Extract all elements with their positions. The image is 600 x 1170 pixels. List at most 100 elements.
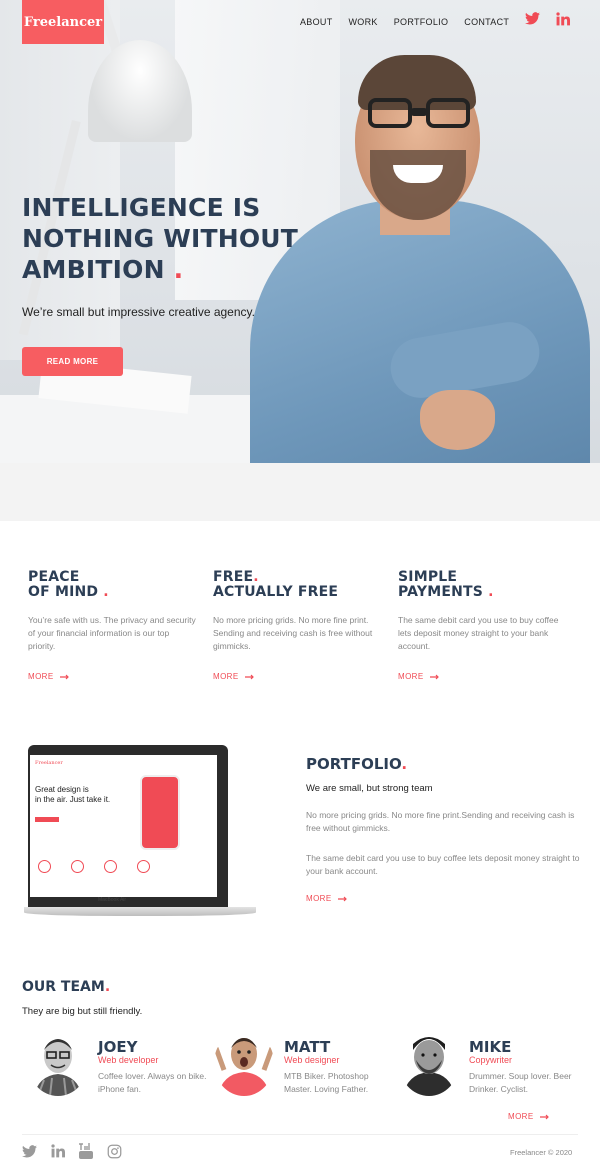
member-bio: Coffee lover. Always on bike. iPhone fan…	[98, 1071, 207, 1094]
accent-dot: .	[173, 255, 184, 284]
feature-actually-free: FREE. ACTUALLY FREE No more pricing grids…	[213, 570, 383, 682]
logo[interactable]: Freelancer	[22, 0, 104, 44]
phone-mockup	[140, 775, 180, 850]
member-role: Web designer	[284, 1055, 340, 1065]
team-member-mike: MIKE Copywriter Drummer. Soup lover. Bee…	[399, 1030, 584, 1100]
circle-icon	[38, 860, 51, 873]
arrow-right-icon	[244, 674, 254, 679]
member-name: JOEY	[98, 1038, 138, 1056]
feature-text: No more pricing grids. No more fine prin…	[213, 615, 373, 651]
member-role: Copywriter	[469, 1055, 513, 1065]
feature-title-line: PAYMENTS	[398, 584, 484, 600]
feature-title-line: SIMPLE	[398, 569, 458, 585]
portfolio-more-link[interactable]: MORE	[306, 894, 348, 903]
laptop-mockup: Freelancer Great design is in the air. Ju…	[24, 745, 258, 920]
more-label: MORE	[508, 1112, 534, 1121]
youtube-icon[interactable]	[79, 1143, 93, 1162]
member-name: MIKE	[469, 1038, 512, 1056]
feature-more-link[interactable]: MORE	[28, 672, 70, 681]
hero-title: INTELLIGENCE IS NOTHING WITHOUT AMBITION…	[22, 192, 322, 285]
header-social	[525, 12, 570, 30]
twitter-icon[interactable]	[525, 12, 540, 30]
glasses	[368, 98, 473, 130]
feature-title: SIMPLE PAYMENTS .	[398, 570, 568, 600]
twitter-icon[interactable]	[22, 1144, 37, 1161]
main-nav: ABOUT WORK PORTFOLIO CONTACT	[300, 17, 525, 27]
team-member-matt: MATT Web designer MTB Biker. Photoshop M…	[214, 1030, 399, 1100]
nav-about[interactable]: ABOUT	[300, 17, 333, 27]
laptop-brand: MacBook Air	[98, 897, 127, 903]
avatar	[28, 1030, 88, 1096]
arrow-right-icon	[539, 1114, 549, 1119]
member-name: MATT	[284, 1038, 331, 1056]
mini-headline-line: in the air. Just take it.	[35, 795, 111, 804]
hero-title-line: AMBITION .	[22, 254, 322, 285]
copyright: Freelancer © 2020	[510, 1148, 573, 1157]
mini-headline: Great design is in the air. Just take it.	[35, 785, 110, 805]
hero-title-line: NOTHING WITHOUT	[22, 224, 299, 253]
instagram-icon[interactable]	[107, 1144, 122, 1162]
team-title-text: OUR TEAM	[22, 979, 105, 995]
accent-dot: .	[488, 584, 494, 600]
circle-icon	[71, 860, 84, 873]
team-more-link[interactable]: MORE	[508, 1112, 550, 1121]
feature-title: FREE. ACTUALLY FREE	[213, 570, 383, 600]
linkedin-icon[interactable]	[556, 12, 570, 30]
nav-contact[interactable]: CONTACT	[464, 17, 509, 27]
feature-title-line: FREE	[213, 569, 254, 585]
arrow-right-icon	[59, 674, 69, 679]
feature-title-line: ACTUALLY FREE	[213, 584, 339, 600]
member-role: Web developer	[98, 1055, 159, 1065]
feature-text: You’re safe with us. The privacy and sec…	[28, 615, 196, 651]
section-divider	[0, 463, 600, 521]
portfolio-text: No more pricing grids. No more fine prin…	[306, 810, 575, 833]
feature-title-line: OF MIND	[28, 584, 99, 600]
member-bio: Drummer. Soup lover. Beer Drinker. Cycli…	[469, 1071, 572, 1094]
portfolio-title-text: PORTFOLIO	[306, 755, 402, 773]
more-label: MORE	[28, 672, 54, 681]
feature-more-link[interactable]: MORE	[213, 672, 255, 681]
hero-subtitle: We’re small but impressive creative agen…	[22, 305, 255, 319]
feature-text: The same debit card you use to buy coffe…	[398, 615, 559, 651]
circle-icon	[104, 860, 117, 873]
accent-dot: .	[253, 569, 259, 585]
portfolio-subtitle: We are small, but strong team	[306, 783, 433, 794]
team-subtitle: They are big but still friendly.	[22, 1006, 143, 1017]
laptop-screen-content: Freelancer Great design is in the air. Ju…	[30, 755, 217, 897]
feature-more-link[interactable]: MORE	[398, 672, 440, 681]
feature-peace-of-mind: PEACE OF MIND . You’re safe with us. The …	[28, 570, 198, 682]
accent-dot: .	[401, 755, 408, 773]
more-label: MORE	[213, 672, 239, 681]
read-more-button[interactable]: READ MORE	[22, 347, 123, 376]
hand	[420, 390, 495, 450]
accent-dot: .	[104, 979, 111, 995]
accent-dot: .	[103, 584, 109, 600]
footer-divider	[22, 1134, 578, 1135]
avatar	[399, 1030, 459, 1096]
mini-button	[35, 817, 59, 822]
hero-title-word: AMBITION	[22, 255, 165, 284]
more-label: MORE	[306, 894, 332, 903]
arrow-right-icon	[337, 896, 347, 901]
nav-work[interactable]: WORK	[349, 17, 378, 27]
feature-title-line: PEACE	[28, 569, 80, 585]
hero-title-line: INTELLIGENCE IS	[22, 193, 261, 222]
portfolio-title: PORTFOLIO.	[306, 755, 407, 773]
arrow-right-icon	[429, 674, 439, 679]
footer-social	[22, 1143, 122, 1162]
portfolio-text: The same debit card you use to buy coffe…	[306, 853, 580, 876]
mini-feature-icons	[38, 860, 150, 873]
feature-title: PEACE OF MIND .	[28, 570, 198, 600]
laptop-base	[24, 907, 256, 916]
member-bio: MTB Biker. Photoshop Master. Loving Fath…	[284, 1071, 369, 1094]
more-label: MORE	[398, 672, 424, 681]
linkedin-icon[interactable]	[51, 1144, 65, 1161]
avatar	[214, 1030, 274, 1096]
team-member-joey: JOEY Web developer Coffee lover. Always …	[28, 1030, 213, 1100]
team-title: OUR TEAM.	[22, 979, 110, 995]
laptop-screen: Freelancer Great design is in the air. Ju…	[28, 745, 228, 907]
feature-simple-payments: SIMPLE PAYMENTS . The same debit card you…	[398, 570, 568, 682]
circle-icon	[137, 860, 150, 873]
mini-headline-line: Great design is	[35, 785, 89, 794]
nav-portfolio[interactable]: PORTFOLIO	[394, 17, 449, 27]
